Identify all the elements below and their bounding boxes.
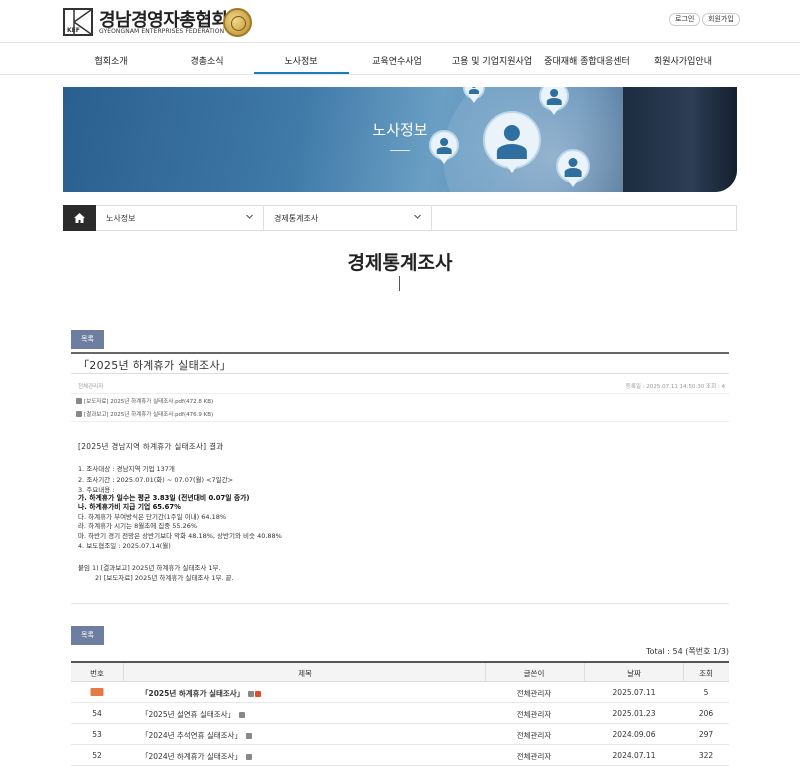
post-body-line: 붙임 1) [결과보고] 2025년 하계휴가 실태조사 1부.	[78, 564, 221, 572]
total-count: Total : 54 (쪽번호 1/3)	[646, 647, 729, 656]
chevron-down-icon	[246, 214, 253, 219]
table-row[interactable]: 53 「2024년 추석연휴 실태조사」 전체관리자 2024.09.06 29…	[71, 724, 729, 745]
column-header-subject: 제목	[298, 669, 312, 678]
site-header: KEF 경남경영자총협회 GYEONGNAM ENTERPRISES FEDER…	[0, 0, 800, 42]
notice-badge	[90, 687, 104, 696]
nav-item-employment[interactable]: 고용 및 기업지원사업	[452, 54, 532, 67]
seal-emblem-icon	[223, 8, 252, 37]
row-author: 전체관리자	[516, 731, 552, 740]
breadcrumb-select-category[interactable]: 노사정보	[96, 206, 264, 230]
post-body-line: 4. 보도협조일 : 2025.07.14(월)	[78, 542, 171, 550]
table-row[interactable]: 「2025년 하계휴가 실태조사」 전체관리자 2025.07.11 5	[71, 682, 729, 703]
file-icon	[76, 398, 82, 404]
banner-divider	[390, 150, 410, 151]
breadcrumb-select-page[interactable]: 경제통계조사	[264, 206, 432, 230]
row-author: 전체관리자	[516, 689, 552, 698]
table-row[interactable]: 54 「2025년 설연휴 실태조사」 전체관리자 2025.01.23 206	[71, 703, 729, 724]
person-pin-icon	[556, 149, 590, 183]
post-body-line: 2. 조사기간 : 2025.07.01(화) ~ 07.07(월) <7일간>	[78, 476, 234, 484]
login-button[interactable]: 로그인	[669, 13, 701, 26]
post-body-line: 2) [보도자료] 2025년 하계휴가 실태조사 1부. 끝.	[95, 574, 234, 582]
nav-item-membership[interactable]: 회원사가입안내	[654, 54, 712, 67]
post-body-heading: [2025년 경남지역 하계휴가 실태조사] 결과	[78, 442, 224, 451]
attachment-link[interactable]: [보도자료] 2025년 하계휴가 실태조사.pdf(472.8 KB)	[76, 397, 213, 405]
breadcrumb: 노사정보 경제통계조사	[63, 205, 737, 231]
file-icon	[245, 754, 252, 760]
row-author: 전체관리자	[516, 752, 552, 761]
row-date: 2024.07.11	[612, 751, 656, 760]
logo-mark-text: KEF	[67, 27, 80, 34]
file-icon	[76, 411, 82, 417]
row-number: 53	[92, 730, 102, 739]
nav-active-indicator	[254, 72, 349, 74]
column-header-views: 조회	[699, 669, 713, 678]
list-button-top[interactable]: 목록	[71, 330, 104, 349]
page-title: 경제통계조사	[347, 252, 453, 274]
chevron-down-icon	[414, 214, 421, 219]
post-subject: 「2025년 하계휴가 실태조사」	[78, 359, 232, 372]
column-header-number: 번호	[90, 669, 104, 678]
nav-item-safety-center[interactable]: 중대재해 종합대응센터	[544, 54, 630, 67]
nav-item-education[interactable]: 교육연수사업	[372, 54, 422, 67]
post-meta: 등록일 : 2025.07.11 14:50:30 조회 : 4	[625, 384, 725, 390]
file-icon	[248, 691, 255, 697]
row-number: 54	[92, 709, 102, 718]
row-subject-link[interactable]: 「2024년 하계휴가 실태조사」	[141, 751, 252, 762]
post-body-line: 1. 조사대상 : 경남지역 기업 137개	[78, 465, 175, 473]
row-date: 2025.01.23	[612, 709, 656, 718]
table-header: 번호 제목 글쓴이 날짜 조회	[71, 663, 729, 682]
row-views: 206	[698, 709, 714, 718]
file-icon	[245, 733, 252, 739]
row-date: 2024.09.06	[612, 730, 656, 739]
row-author: 전체관리자	[516, 710, 552, 719]
nav-item-about[interactable]: 협회소개	[94, 54, 127, 67]
main-nav: 협회소개 경총소식 노사정보 교육연수사업 고용 및 기업지원사업 중대재해 종…	[0, 42, 800, 75]
list-button-bottom[interactable]: 목록	[71, 626, 104, 645]
column-header-date: 날짜	[627, 669, 641, 678]
title-divider	[399, 276, 400, 291]
nav-item-news[interactable]: 경총소식	[190, 54, 223, 67]
row-views: 5	[703, 688, 709, 697]
kef-logo[interactable]: KEF	[63, 8, 93, 36]
post-author: 전체관리자	[78, 384, 104, 390]
row-number: 52	[92, 751, 102, 760]
file-icon	[239, 712, 246, 718]
sub-banner: 노사정보	[63, 87, 737, 192]
post-body-line: 나. 하계휴가비 지급 기업 65.67%	[78, 503, 181, 511]
row-date: 2025.07.11	[612, 688, 656, 697]
home-button[interactable]	[63, 205, 96, 231]
home-icon	[74, 213, 85, 223]
logo-subtitle: GYEONGNAM ENTERPRISES FEDERATION	[99, 28, 225, 35]
breadcrumb-page-label: 경제통계조사	[274, 214, 319, 223]
attachment-link[interactable]: [결과보고] 2025년 하계휴가 실태조사.pdf(476.9 KB)	[76, 410, 213, 418]
row-views: 297	[698, 730, 714, 739]
row-subject-link[interactable]: 「2024년 추석연휴 실태조사」	[141, 730, 252, 741]
breadcrumb-category-label: 노사정보	[106, 214, 136, 223]
row-subject-link[interactable]: 「2025년 하계휴가 실태조사」	[141, 688, 262, 699]
new-icon	[255, 691, 262, 697]
table-row[interactable]: 52 「2024년 하계휴가 실태조사」 전체관리자 2024.07.11 32…	[71, 745, 729, 766]
post-body-line: 마. 하반기 경기 전망은 상반기보다 악화 48.18%, 상반기와 비슷 4…	[78, 532, 282, 540]
post-body-line: 라. 하계휴가 시기는 8월초에 집중 55.26%	[78, 522, 198, 530]
row-subject-link[interactable]: 「2025년 설연휴 실태조사」	[141, 709, 246, 720]
row-views: 322	[698, 751, 714, 760]
nav-item-labor-info[interactable]: 노사정보	[284, 54, 317, 67]
join-button[interactable]: 회원가입	[702, 13, 740, 26]
column-header-author: 글쓴이	[523, 669, 545, 678]
banner-title: 노사정보	[372, 121, 428, 139]
